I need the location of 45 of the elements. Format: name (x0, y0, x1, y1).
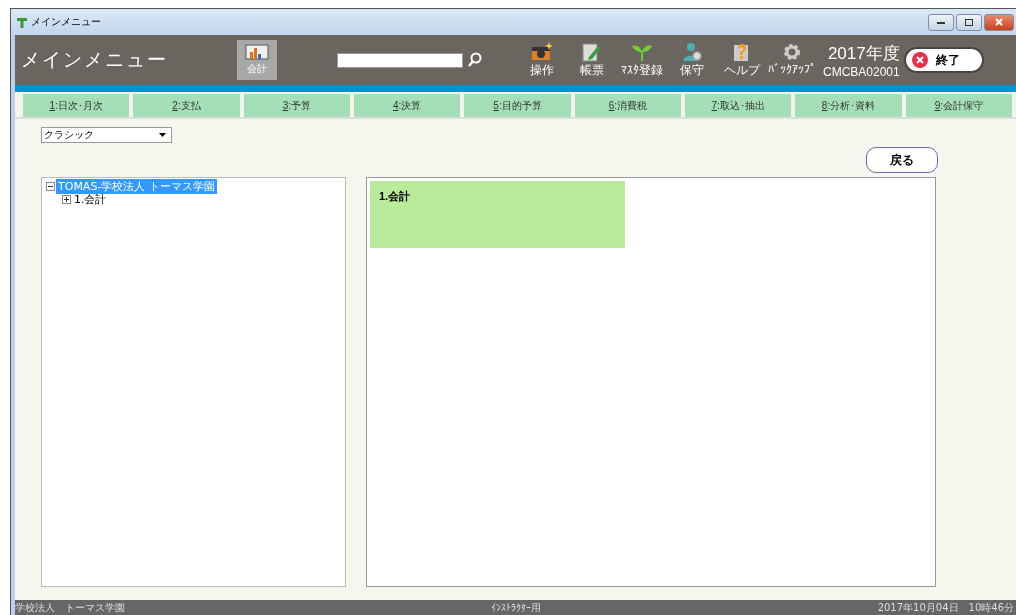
expand-icon[interactable] (62, 195, 71, 204)
view-dropdown[interactable]: クラシック (41, 127, 172, 143)
menu-tab[interactable]: 5:目的予算 (464, 94, 571, 117)
maximize-button[interactable] (956, 13, 982, 31)
bar-chart-icon (245, 44, 269, 62)
dropdown-caret-icon (159, 133, 166, 137)
app-title: メインメニュー (20, 47, 169, 72)
menu-tab[interactable]: 1:日次･月次 (23, 94, 130, 117)
toolbar-button[interactable]: 保守 (667, 41, 717, 79)
minimize-icon (937, 20, 945, 24)
menu-tab[interactable]: 3:予算 (243, 94, 350, 117)
fiscal-year: 2017年度 (827, 42, 900, 65)
menu-tab[interactable]: 2:支払 (133, 94, 240, 117)
exit-button[interactable]: 終了 (903, 47, 984, 73)
status-text: 学校法人 トーマス学園 (15, 601, 126, 615)
gear-icon (781, 41, 803, 62)
search-icon[interactable] (468, 52, 482, 68)
camera-icon (531, 41, 553, 62)
status-text: ｲﾝｽﾄﾗｸﾀｰ用 (490, 601, 541, 615)
window-title: メインメニュー (31, 15, 101, 29)
back-button[interactable]: 戻る (866, 147, 938, 173)
toolbar-button[interactable]: 操作 (517, 41, 567, 79)
toolbar-button[interactable]: ﾊﾞｯｸｱｯﾌﾟ (767, 41, 817, 79)
search-field[interactable] (337, 52, 463, 68)
close-button[interactable] (984, 13, 1014, 31)
collapse-icon[interactable] (46, 182, 55, 191)
menu-tab[interactable]: 4:決算 (354, 94, 461, 117)
tree-item[interactable]: 1.会計 (72, 192, 109, 207)
menu-tab[interactable]: 7:取込･抽出 (685, 94, 792, 117)
toolbar-button[interactable]: 帳票 (567, 41, 617, 79)
status-datetime: 2017年10月04日 10時46分 (877, 601, 1015, 615)
menu-tab[interactable]: 9:会計保守 (905, 94, 1012, 117)
close-icon (911, 52, 928, 68)
note-pencil-icon (581, 41, 603, 62)
menu-tab[interactable]: 8:分析･資料 (795, 94, 902, 117)
close-icon (995, 18, 1003, 26)
person-gear-icon (681, 41, 703, 62)
screen-code: CMCBA02001 (823, 64, 900, 79)
app-icon (17, 16, 27, 28)
menu-tab[interactable]: 6:消費税 (574, 94, 681, 117)
maximize-icon (965, 18, 973, 26)
toolbar-button[interactable]: ﾏｽﾀ登録 (617, 41, 667, 79)
toolbar-button[interactable]: ヘルプ (717, 41, 767, 79)
menu-tile[interactable]: 1.会計 (370, 181, 625, 248)
minimize-button[interactable] (928, 13, 954, 31)
